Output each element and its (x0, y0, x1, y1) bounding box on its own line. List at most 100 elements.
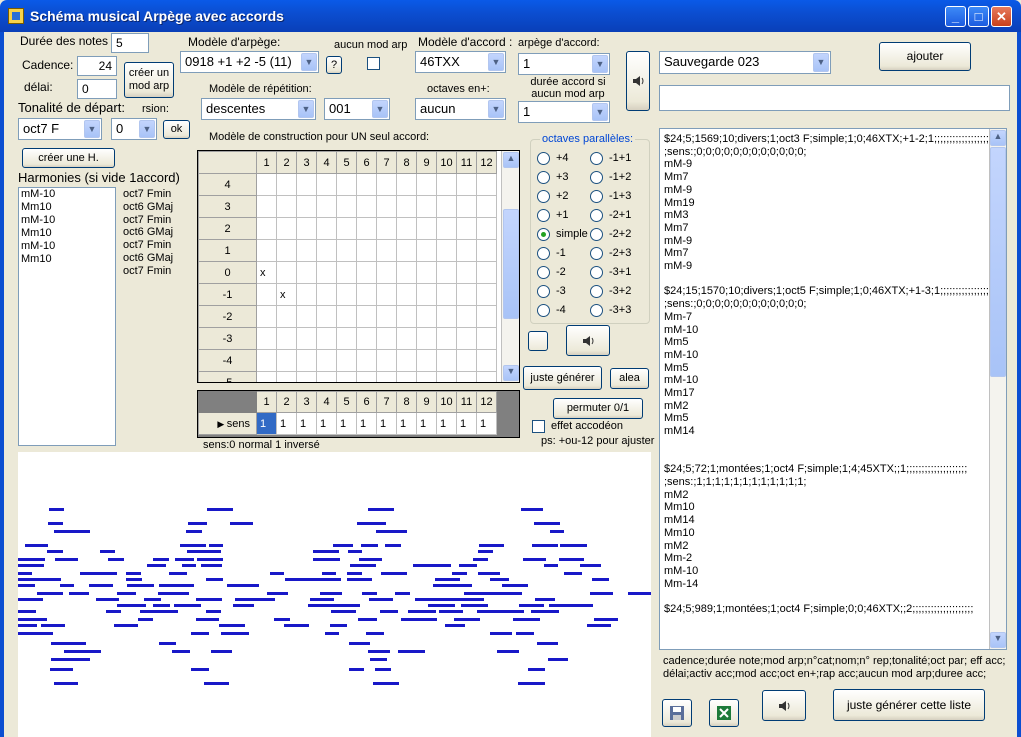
grid-cell[interactable] (316, 239, 337, 262)
grid-cell[interactable] (416, 327, 437, 350)
octave-radio[interactable] (537, 285, 550, 298)
chevron-down-icon[interactable]: ▼ (139, 120, 155, 138)
grid-cell[interactable] (316, 173, 337, 196)
grid-cell[interactable] (276, 173, 297, 196)
grid-cell[interactable] (376, 217, 397, 240)
octave-option[interactable]: +2 (537, 190, 597, 206)
grid-cell[interactable] (416, 217, 437, 240)
grid-cell[interactable] (336, 261, 357, 284)
grid-scrollbar[interactable]: ▲ ▼ (501, 151, 519, 382)
octave-radio[interactable] (537, 190, 550, 203)
octave-radio[interactable] (537, 247, 550, 260)
octave-radio[interactable] (590, 152, 603, 165)
grid-cell[interactable] (396, 195, 417, 218)
chevron-down-icon[interactable]: ▼ (301, 53, 317, 71)
grid-cell[interactable] (476, 239, 497, 262)
grid-cell[interactable] (436, 371, 457, 382)
grid-cell[interactable] (336, 217, 357, 240)
grid-cell[interactable] (316, 217, 337, 240)
maximize-button[interactable]: □ (968, 6, 989, 27)
grid-cell[interactable] (476, 261, 497, 284)
grid-cell[interactable] (296, 349, 317, 372)
grid-cell[interactable] (356, 173, 377, 196)
grid-cell[interactable] (396, 217, 417, 240)
duree-accord-select[interactable]: 1 ▼ (518, 101, 610, 123)
duree-input[interactable]: 5 (111, 33, 149, 53)
grid-cell[interactable] (316, 283, 337, 306)
grid-cell[interactable] (436, 349, 457, 372)
chevron-down-icon[interactable]: ▼ (298, 100, 314, 118)
grid-cell[interactable] (316, 261, 337, 284)
grid-cell[interactable] (356, 195, 377, 218)
tonalite-select[interactable]: oct7 F ▼ (18, 118, 102, 140)
cadence-input[interactable]: 24 (77, 56, 117, 76)
grid-cell[interactable] (336, 283, 357, 306)
octave-option[interactable]: +4 (537, 152, 597, 168)
grid-cell[interactable] (336, 173, 357, 196)
scroll-thumb[interactable] (990, 147, 1006, 377)
grid-cell[interactable] (456, 261, 477, 284)
grid-cell[interactable] (376, 305, 397, 328)
octave-radio[interactable] (590, 228, 603, 241)
grid-cell[interactable] (296, 195, 317, 218)
grid-cell[interactable] (376, 349, 397, 372)
sens-cell[interactable]: 1 (376, 412, 397, 435)
grid-cell[interactable] (476, 195, 497, 218)
grid-cell[interactable] (476, 283, 497, 306)
play-button[interactable] (626, 51, 650, 111)
scroll-down-icon[interactable]: ▼ (503, 365, 519, 381)
grid-cell[interactable] (356, 327, 377, 350)
effet-accordeon-checkbox[interactable] (532, 420, 545, 433)
grid-cell[interactable] (276, 305, 297, 328)
scroll-down-icon[interactable]: ▼ (990, 632, 1006, 648)
octave-radio[interactable] (590, 247, 603, 260)
aucun-mod-arp-checkbox[interactable] (367, 57, 380, 70)
grid-cell[interactable] (276, 195, 297, 218)
octave-radio[interactable] (590, 190, 603, 203)
sens-cell[interactable]: 1 (476, 412, 497, 435)
grid-cell[interactable] (316, 305, 337, 328)
octave-option[interactable]: -3+3 (590, 304, 650, 320)
grid-cell[interactable] (456, 173, 477, 196)
grid-cell[interactable] (416, 195, 437, 218)
scroll-up-icon[interactable]: ▲ (990, 130, 1006, 146)
octave-radio[interactable] (590, 304, 603, 317)
grid-cell[interactable] (336, 305, 357, 328)
octave-option[interactable]: +3 (537, 171, 597, 187)
sens-cell[interactable]: 1 (456, 412, 477, 435)
grid-cell[interactable] (336, 371, 357, 382)
grid-cell[interactable] (296, 283, 317, 306)
grid-cell[interactable] (456, 349, 477, 372)
octave-option[interactable]: -2+3 (590, 247, 650, 263)
grid-cell[interactable] (436, 195, 457, 218)
sens-cell[interactable]: 1 (336, 412, 357, 435)
grid-cell[interactable] (376, 371, 397, 382)
grid-cell[interactable] (276, 349, 297, 372)
grid-cell[interactable] (396, 239, 417, 262)
octave-option[interactable]: -2 (537, 266, 597, 282)
grid-cell[interactable] (276, 239, 297, 262)
ok-button[interactable]: ok (163, 120, 190, 139)
grid-cell[interactable] (296, 305, 317, 328)
grid-cell[interactable] (316, 195, 337, 218)
grid-cell[interactable] (436, 239, 457, 262)
octave-radio[interactable] (590, 266, 603, 279)
grid-cell[interactable] (476, 371, 497, 382)
scroll-thumb[interactable] (503, 209, 519, 319)
sauvegarde-select[interactable]: Sauvegarde 023 ▼ (659, 51, 831, 74)
grid-cell[interactable] (336, 195, 357, 218)
chevron-down-icon[interactable]: ▼ (592, 55, 608, 73)
alea-button[interactable]: alea (610, 368, 649, 389)
chevron-down-icon[interactable]: ▼ (84, 120, 100, 138)
excel-button[interactable] (709, 699, 739, 727)
grid-cell[interactable] (256, 327, 277, 350)
sens-cell[interactable]: 1 (396, 412, 417, 435)
octave-option[interactable]: -2+2 (590, 228, 650, 244)
grid-cell[interactable] (396, 327, 417, 350)
ajouter-button[interactable]: ajouter (879, 42, 971, 71)
sens-cell[interactable]: 1 (316, 412, 337, 435)
grid-cell[interactable] (296, 371, 317, 382)
grid-cell[interactable] (416, 371, 437, 382)
grid-cell[interactable] (396, 371, 417, 382)
juste-generer-button[interactable]: juste générer (523, 366, 602, 390)
